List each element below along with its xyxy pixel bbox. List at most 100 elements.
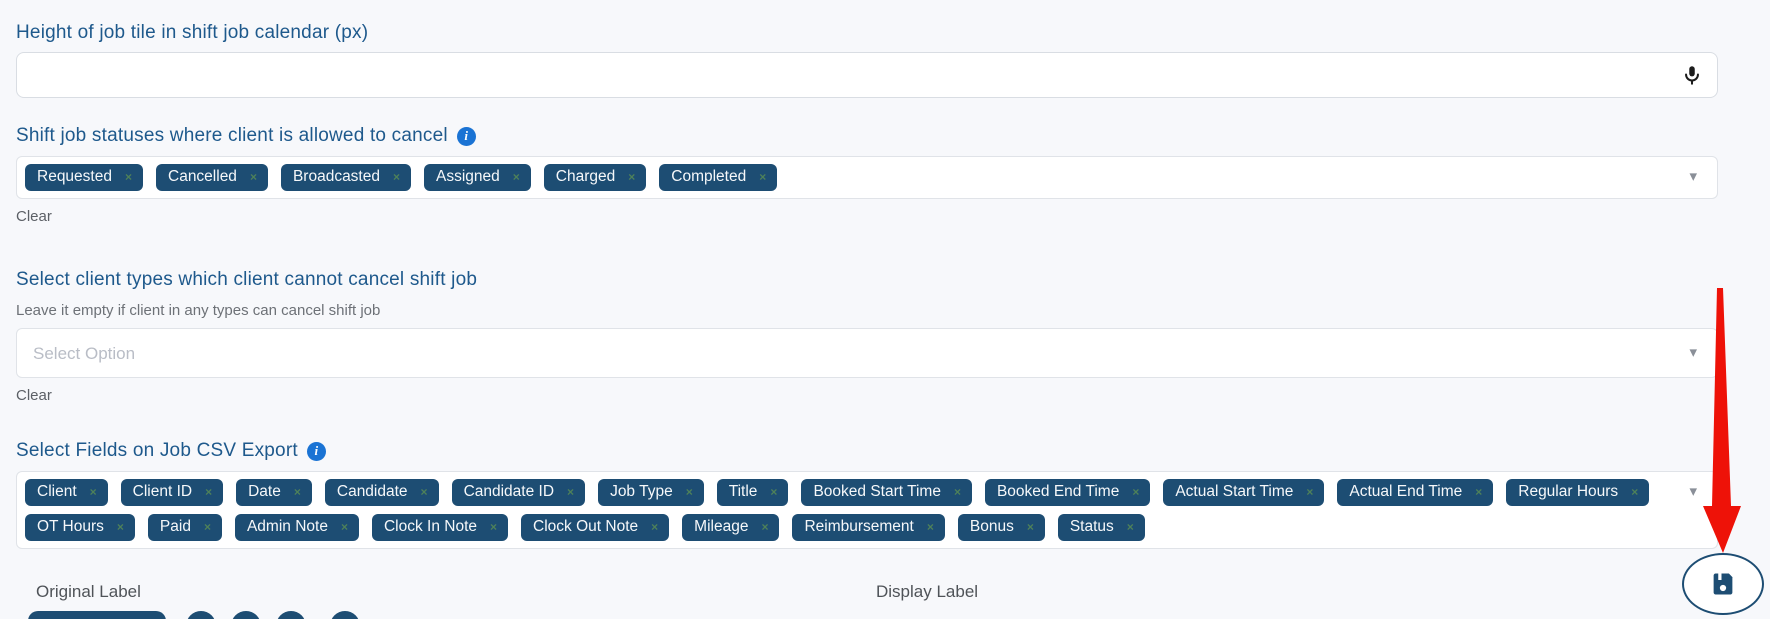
tag-label: Client: [37, 483, 77, 500]
select-placeholder: Select Option: [33, 344, 136, 363]
chevron-down-icon[interactable]: ▾: [1689, 484, 1697, 499]
tag-label: Date: [248, 483, 281, 500]
tag-label: Mileage: [694, 518, 749, 535]
remove-tag-icon[interactable]: ×: [1127, 521, 1134, 533]
status-tag: Completed ×: [659, 164, 778, 191]
remove-tag-icon[interactable]: ×: [567, 486, 574, 498]
microphone-icon[interactable]: [1680, 63, 1704, 87]
remove-tag-icon[interactable]: ×: [90, 486, 97, 498]
remove-tag-icon[interactable]: ×: [250, 171, 257, 183]
csv-field-tag: Admin Note ×: [234, 514, 359, 541]
remove-tag-icon[interactable]: ×: [205, 486, 212, 498]
tile-height-input[interactable]: [16, 52, 1718, 98]
cancel-statuses-multiselect[interactable]: Requested × Cancelled × Broadcasted × As…: [16, 156, 1718, 199]
csv-field-tag: Client ID ×: [120, 479, 224, 506]
remove-tag-icon[interactable]: ×: [759, 171, 766, 183]
csv-fields-tags: Client × Client ID × Date × Candidate ×: [25, 479, 1657, 541]
tag-label: Booked End Time: [996, 483, 1120, 500]
csv-field-tag: Regular Hours ×: [1506, 479, 1650, 506]
tag-label: Reimbursement: [804, 518, 914, 535]
chevron-down-icon[interactable]: ▾: [1689, 345, 1697, 360]
remove-tag-icon[interactable]: ×: [490, 521, 497, 533]
csv-field-tag: Bonus ×: [957, 514, 1045, 541]
tag-label: Actual Start Time: [1175, 483, 1294, 500]
truncated-circle-button[interactable]: [231, 611, 261, 619]
tile-height-label: Height of job tile in shift job calendar…: [16, 22, 369, 43]
remove-tag-icon[interactable]: ×: [421, 486, 428, 498]
csv-field-tag: Paid ×: [147, 514, 222, 541]
cancel-statuses-label: Shift job statuses where client is allow…: [16, 125, 448, 146]
tile-height-input-wrap: [16, 52, 1718, 98]
remove-tag-icon[interactable]: ×: [1306, 486, 1313, 498]
tag-label: Candidate: [336, 483, 408, 500]
remove-tag-icon[interactable]: ×: [204, 521, 211, 533]
save-icon: [1708, 569, 1738, 599]
tag-label: Cancelled: [168, 168, 237, 185]
truncated-circle-button[interactable]: [330, 611, 360, 619]
status-tag: Requested ×: [25, 164, 143, 191]
remove-tag-icon[interactable]: ×: [1027, 521, 1034, 533]
client-types-hint: Leave it empty if client in any types ca…: [16, 302, 381, 319]
tag-label: Clock Out Note: [533, 518, 639, 535]
tag-label: Bonus: [969, 518, 1014, 535]
csv-field-tag: Client ×: [25, 479, 108, 506]
tag-label: Title: [728, 483, 758, 500]
remove-tag-icon[interactable]: ×: [393, 171, 400, 183]
truncated-circle-button[interactable]: [186, 611, 216, 619]
csv-field-tag: Booked End Time ×: [984, 479, 1151, 506]
csv-field-tag: Reimbursement ×: [792, 514, 945, 541]
csv-field-tag: OT Hours ×: [25, 514, 135, 541]
clear-client-types-link[interactable]: Clear: [16, 387, 52, 404]
settings-form: Height of job tile in shift job calendar…: [16, 0, 1718, 604]
remove-tag-icon[interactable]: ×: [927, 521, 934, 533]
clear-statuses-link[interactable]: Clear: [16, 208, 52, 225]
remove-tag-icon[interactable]: ×: [651, 521, 658, 533]
csv-field-tag: Mileage ×: [682, 514, 780, 541]
csv-field-tag: Actual End Time ×: [1337, 479, 1494, 506]
remove-tag-icon[interactable]: ×: [1631, 486, 1638, 498]
csv-field-tag: Candidate ×: [324, 479, 439, 506]
client-types-select[interactable]: Select Option ▾: [16, 328, 1718, 378]
csv-fields-multiselect[interactable]: Client × Client ID × Date × Candidate ×: [16, 471, 1718, 549]
tag-label: Status: [1069, 518, 1114, 535]
csv-field-tag: Title ×: [716, 479, 789, 506]
status-tag: Cancelled ×: [156, 164, 268, 191]
field-label-tile-height: Height of job tile in shift job calendar…: [16, 22, 1718, 44]
tag-label: Regular Hours: [1518, 483, 1619, 500]
info-icon[interactable]: i: [456, 126, 476, 146]
tag-label: Client ID: [132, 483, 193, 500]
csv-field-tag: Clock In Note ×: [371, 514, 509, 541]
remove-tag-icon[interactable]: ×: [294, 486, 301, 498]
csv-field-tag: Booked Start Time ×: [801, 479, 972, 506]
remove-tag-icon[interactable]: ×: [954, 486, 961, 498]
chevron-down-icon[interactable]: ▾: [1689, 169, 1697, 184]
csv-field-tag: Candidate ID ×: [451, 479, 586, 506]
info-icon[interactable]: i: [306, 441, 326, 461]
tag-label: Broadcasted: [292, 168, 380, 185]
tag-label: Completed: [671, 168, 747, 185]
save-button[interactable]: [1682, 553, 1764, 615]
remove-tag-icon[interactable]: ×: [1132, 486, 1139, 498]
csv-field-tag: Status ×: [1057, 514, 1145, 541]
client-types-label: Select client types which client cannot …: [16, 269, 478, 290]
remove-tag-icon[interactable]: ×: [1475, 486, 1482, 498]
status-tag: Assigned ×: [424, 164, 531, 191]
remove-tag-icon[interactable]: ×: [341, 521, 348, 533]
cancel-statuses-tags: Requested × Cancelled × Broadcasted × As…: [25, 164, 1657, 191]
remove-tag-icon[interactable]: ×: [117, 521, 124, 533]
remove-tag-icon[interactable]: ×: [686, 486, 693, 498]
remove-tag-icon[interactable]: ×: [125, 171, 132, 183]
truncated-circle-button[interactable]: [276, 611, 306, 619]
remove-tag-icon[interactable]: ×: [628, 171, 635, 183]
original-label-column-header: Original Label: [36, 582, 141, 601]
csv-field-tag: Job Type ×: [598, 479, 704, 506]
status-tag: Charged ×: [543, 164, 647, 191]
remove-tag-icon[interactable]: ×: [513, 171, 520, 183]
remove-tag-icon[interactable]: ×: [770, 486, 777, 498]
remove-tag-icon[interactable]: ×: [761, 521, 768, 533]
tag-label: Paid: [159, 518, 191, 535]
field-label-csv-fields: Select Fields on Job CSV Export i: [16, 440, 1718, 462]
tag-label: Job Type: [610, 483, 673, 500]
csv-field-tag: Date ×: [236, 479, 312, 506]
csv-field-tag: Actual Start Time ×: [1163, 479, 1325, 506]
